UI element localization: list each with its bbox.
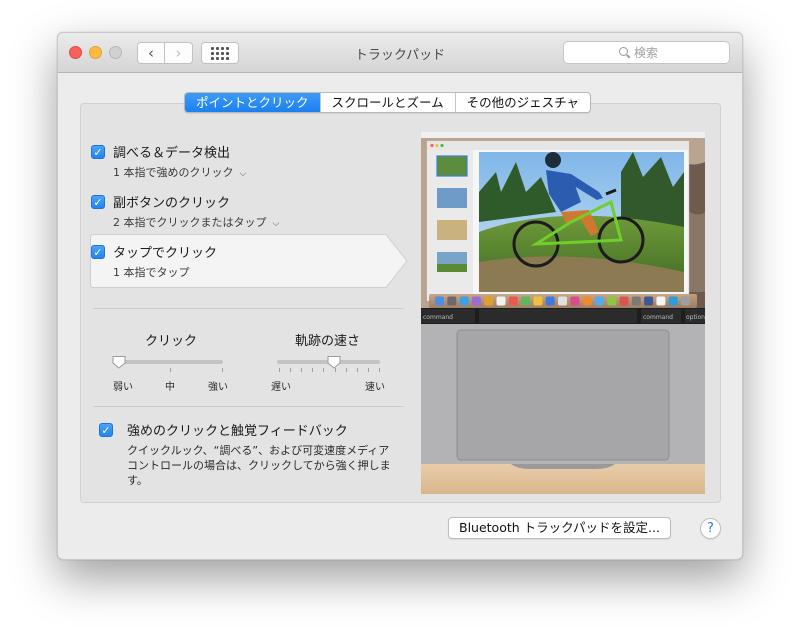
dock-app-icon bbox=[594, 296, 604, 306]
click-slider-label: クリック bbox=[145, 334, 198, 349]
search-input[interactable] bbox=[634, 45, 674, 60]
tab-bar: ポイントとクリック スクロールとズーム その他のジェスチャ bbox=[184, 92, 592, 113]
option-subtitle-dropdown[interactable]: 1 本指で強めのクリック ⌵ bbox=[113, 164, 246, 180]
secondary-click-checkbox[interactable]: ✓ bbox=[91, 195, 105, 209]
divider bbox=[93, 308, 404, 309]
checkmark-icon: ✓ bbox=[93, 245, 103, 259]
checkmark-icon: ✓ bbox=[101, 423, 111, 437]
click-slider-knob[interactable] bbox=[112, 355, 126, 369]
tick-mark bbox=[290, 368, 292, 372]
tick-mark bbox=[334, 368, 336, 372]
tick-mark bbox=[323, 368, 325, 372]
option-tap-to-click[interactable]: ✓ タップでクリック 1 本指でタップ bbox=[91, 242, 396, 282]
force-click-description: クイックルック、“調べる”、および可変速度メディアコントロールの場合は、クリック… bbox=[127, 444, 391, 487]
click-min-label: 弱い bbox=[113, 382, 133, 393]
tick-mark bbox=[356, 368, 358, 372]
dock-app-icon bbox=[668, 296, 678, 306]
tick-mark bbox=[301, 368, 303, 372]
dock-app-icon bbox=[521, 296, 531, 306]
dock-app-icon bbox=[619, 296, 629, 306]
checkmark-icon: ✓ bbox=[93, 145, 103, 159]
tick-mark bbox=[222, 368, 223, 372]
tick-mark bbox=[170, 368, 171, 372]
option-secondary-click[interactable]: ✓ 副ボタンのクリック 2 本指でクリックまたはタップ ⌵ bbox=[91, 192, 396, 232]
dock-app-icon bbox=[570, 296, 580, 306]
settings-panel: ✓ 調べる＆データ検出 1 本指で強めのクリック ⌵ ✓ 副ボタンのクリック 2 … bbox=[80, 103, 721, 503]
help-button[interactable]: ? bbox=[700, 518, 721, 539]
option-key: option bbox=[686, 314, 705, 321]
tap-to-click-checkbox[interactable]: ✓ bbox=[91, 245, 105, 259]
force-click-checkbox[interactable]: ✓ bbox=[99, 423, 113, 437]
dock-app-icon bbox=[459, 296, 469, 306]
click-slider-track[interactable] bbox=[119, 360, 223, 364]
tick-mark bbox=[367, 368, 369, 372]
lookup-checkbox[interactable]: ✓ bbox=[91, 145, 105, 159]
option-title: 強めのクリックと触覚フィードバック bbox=[127, 424, 348, 439]
click-mid-label: 中 bbox=[165, 382, 175, 393]
tick-mark bbox=[379, 368, 380, 372]
option-lookup-data-detectors[interactable]: ✓ 調べる＆データ検出 1 本指で強めのクリック ⌵ bbox=[91, 142, 396, 182]
click-max-label: 強い bbox=[208, 382, 228, 393]
option-title: 調べる＆データ検出 bbox=[113, 146, 231, 161]
dock-app-icon bbox=[447, 296, 457, 306]
gesture-preview-video: command command option bbox=[421, 132, 705, 494]
dock-app-icon bbox=[435, 296, 444, 306]
right-command-key: command bbox=[643, 314, 673, 321]
dock-app-icon bbox=[533, 296, 543, 306]
dock-app-icon bbox=[681, 296, 690, 306]
title-bar: ‹ › トラックパッド bbox=[58, 33, 742, 73]
checkmark-icon: ✓ bbox=[93, 195, 103, 209]
speed-slider-label: 軌跡の速さ bbox=[295, 334, 361, 349]
option-force-click[interactable]: ✓ 強めのクリックと触覚フィードバック bbox=[99, 420, 404, 442]
dock-app-icon bbox=[631, 296, 641, 306]
dock-app-icon bbox=[656, 296, 666, 306]
setup-bluetooth-trackpad-button[interactable]: Bluetooth トラックパッドを設定... bbox=[448, 517, 671, 539]
dock-app-icon bbox=[582, 296, 592, 306]
speed-max-label: 速い bbox=[365, 382, 385, 393]
dock-app-icon bbox=[644, 296, 654, 306]
dock-app-icon bbox=[508, 296, 518, 306]
option-subtitle-dropdown[interactable]: 2 本指でクリックまたはタップ ⌵ bbox=[113, 214, 279, 230]
dock-app-icon bbox=[545, 296, 555, 306]
left-command-key: command bbox=[423, 314, 453, 321]
macbook-preview-illustration: command command option bbox=[421, 132, 705, 494]
tick-mark bbox=[312, 368, 314, 372]
tab-more-gestures[interactable]: その他のジェスチャ bbox=[454, 93, 590, 112]
chevron-down-icon: ⌵ bbox=[272, 219, 280, 229]
tab-point-and-click[interactable]: ポイントとクリック bbox=[185, 93, 320, 112]
speed-slider-knob[interactable] bbox=[327, 355, 341, 369]
search-icon bbox=[619, 47, 630, 58]
option-subtitle: 1 本指でタップ bbox=[113, 266, 190, 279]
search-field[interactable] bbox=[563, 41, 730, 64]
dock-app-icon bbox=[471, 296, 481, 306]
divider bbox=[93, 406, 404, 407]
dock-app-icon bbox=[607, 296, 617, 306]
preferences-window: ‹ › トラックパッド ポイントとクリック スクロールとズーム その他のジェスチ… bbox=[57, 32, 743, 560]
tick-mark bbox=[345, 368, 347, 372]
dock-app-icon bbox=[558, 296, 567, 306]
tab-scroll-and-zoom[interactable]: スクロールとズーム bbox=[319, 93, 455, 112]
option-title: タップでクリック bbox=[113, 246, 218, 261]
dock-app-icon bbox=[484, 296, 494, 306]
chevron-down-icon: ⌵ bbox=[239, 169, 247, 179]
option-title: 副ボタンのクリック bbox=[113, 196, 231, 211]
dock-app-icon bbox=[496, 296, 506, 306]
speed-min-label: 遅い bbox=[271, 382, 291, 393]
tick-mark bbox=[279, 368, 280, 372]
